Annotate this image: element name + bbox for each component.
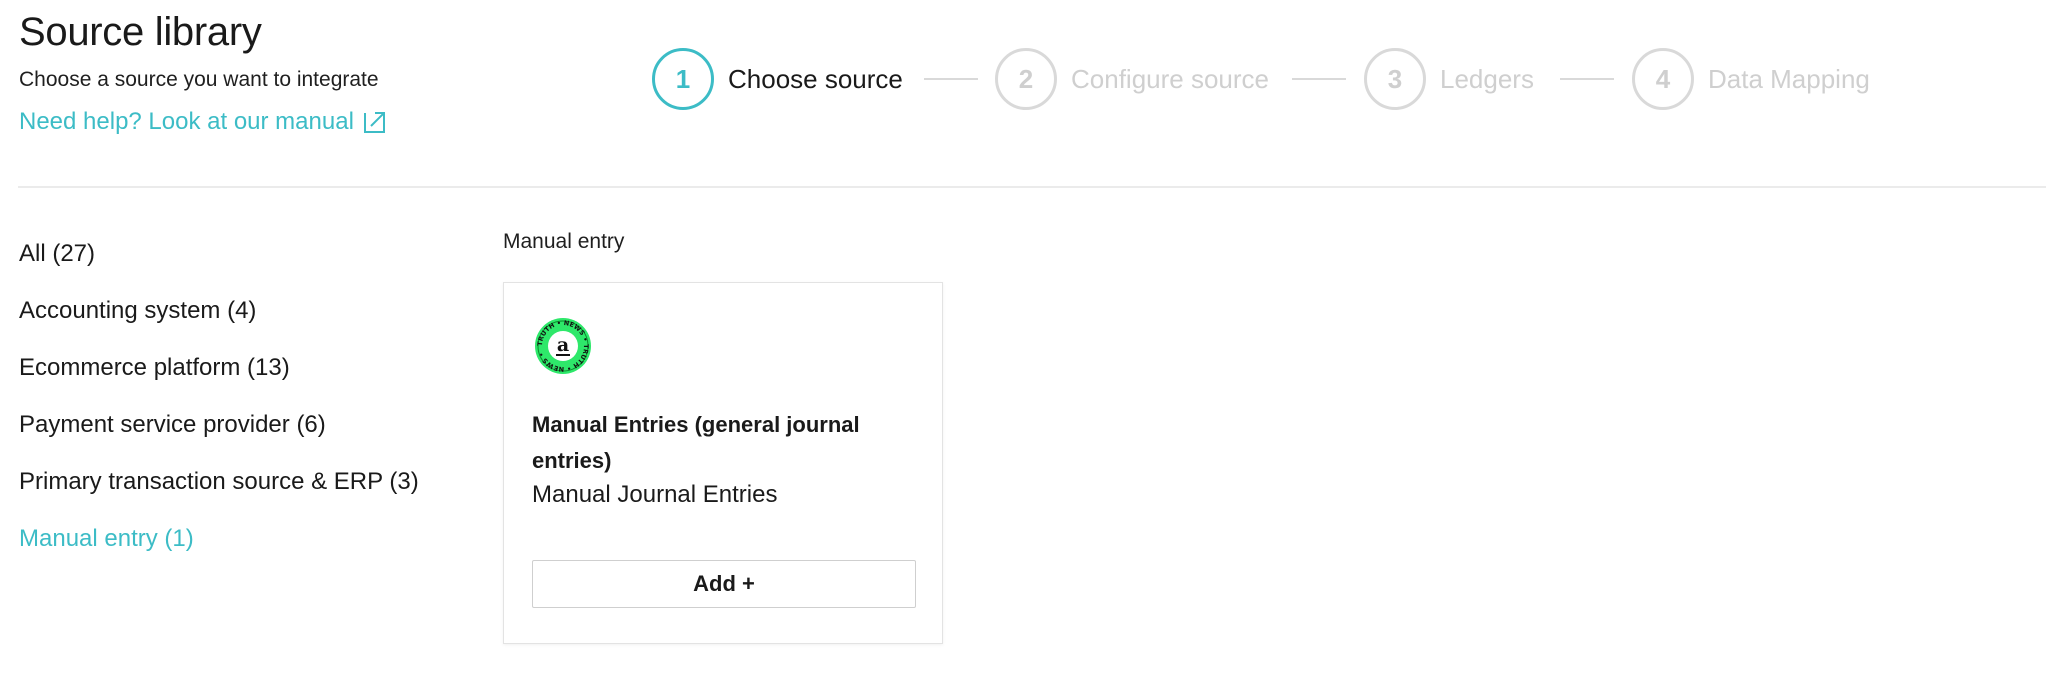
step-connector (1292, 78, 1346, 80)
step-choose-source[interactable]: 1 Choose source (652, 44, 903, 114)
add-source-button[interactable]: Add + (532, 560, 916, 608)
category-item-primary-transaction-source[interactable]: Primary transaction source & ERP (3) (19, 450, 479, 514)
page-subtitle: Choose a source you want to integrate (19, 68, 379, 91)
logo-letter: a (557, 334, 569, 356)
page-title: Source library (19, 10, 262, 54)
card-subtitle: Manual Journal Entries (532, 481, 778, 508)
step-data-mapping[interactable]: 4 Data Mapping (1632, 44, 1870, 114)
category-item-payment-service-provider[interactable]: Payment service provider (6) (19, 393, 479, 457)
step-label: Ledgers (1440, 63, 1534, 94)
step-configure-source[interactable]: 2 Configure source (995, 44, 1269, 114)
category-sidebar: All (27) Accounting system (4) Ecommerce… (19, 222, 479, 571)
amazon-logo-icon: TRUTH • NEWS • TRUTH • NEWS • a (535, 318, 591, 374)
step-number-circle: 1 (652, 48, 714, 110)
source-card: TRUTH • NEWS • TRUTH • NEWS • a Manual E… (503, 282, 943, 644)
step-label: Data Mapping (1708, 63, 1870, 94)
help-manual-link[interactable]: Need help? Look at our manual (19, 108, 388, 136)
category-item-manual-entry[interactable]: Manual entry (1) (19, 507, 479, 571)
header-divider (18, 186, 2046, 188)
category-item-ecommerce-platform[interactable]: Ecommerce platform (13) (19, 336, 479, 400)
step-label: Choose source (728, 63, 903, 94)
card-title: Manual Entries (general journal entries) (532, 412, 860, 473)
step-label: Configure source (1071, 63, 1269, 94)
step-connector (924, 78, 978, 80)
page-header: Source library Choose a source you want … (0, 0, 2048, 186)
step-connector (1560, 78, 1614, 80)
help-link-label: Need help? Look at our manual (19, 108, 354, 135)
external-link-icon (363, 112, 385, 133)
section-title: Manual entry (503, 230, 625, 253)
category-item-all[interactable]: All (27) (19, 222, 479, 286)
step-number-circle: 4 (1632, 48, 1694, 110)
step-number-circle: 3 (1364, 48, 1426, 110)
category-item-accounting-system[interactable]: Accounting system (4) (19, 279, 479, 343)
step-ledgers[interactable]: 3 Ledgers (1364, 44, 1534, 114)
step-number-circle: 2 (995, 48, 1057, 110)
